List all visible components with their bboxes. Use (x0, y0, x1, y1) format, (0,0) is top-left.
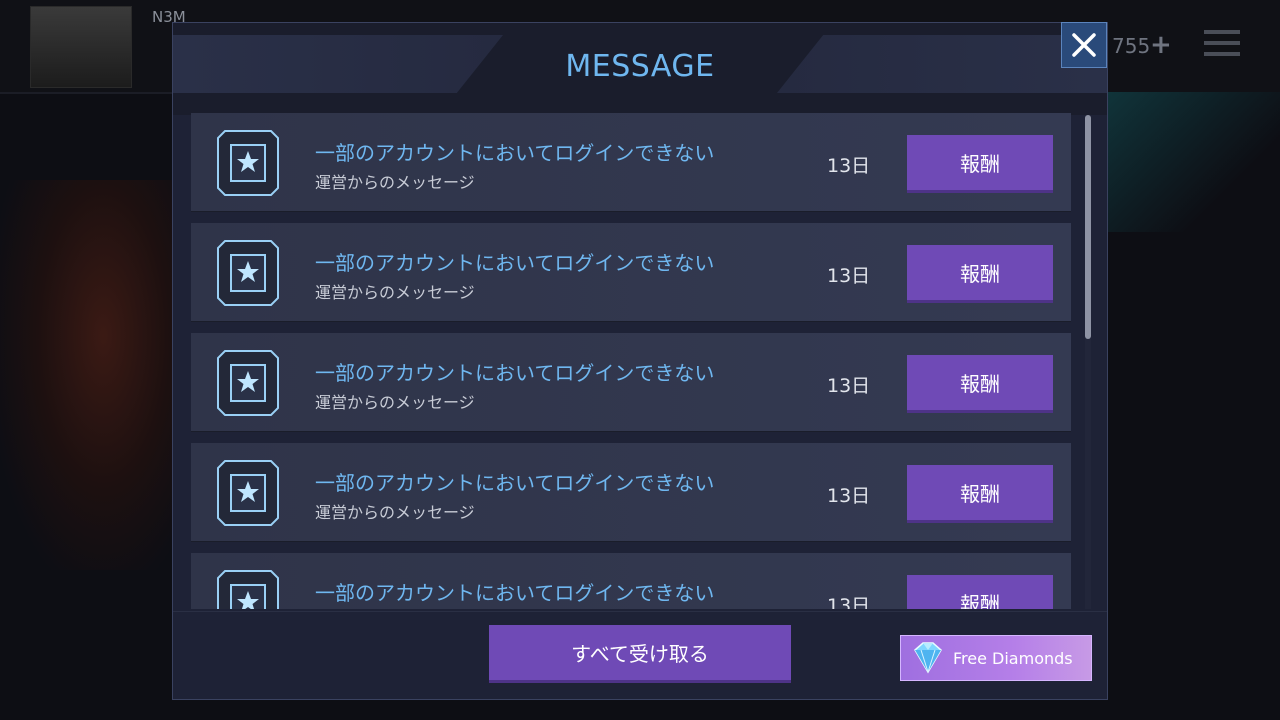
message-title: 一部のアカウントにおいてログインできない (315, 361, 715, 385)
star-frame-icon (217, 460, 279, 526)
dialog-header: MESSAGE (173, 23, 1107, 115)
message-row[interactable]: 一部のアカウントにおいてログインできない 運営からのメッセージ 13日 報酬 (191, 443, 1071, 542)
message-days-remaining: 13日 (827, 375, 871, 397)
star-frame-icon (217, 240, 279, 306)
message-row[interactable]: 一部のアカウントにおいてログインできない 運営からのメッセージ 13日 報酬 (191, 223, 1071, 322)
background-character (0, 180, 172, 570)
close-button[interactable] (1061, 22, 1107, 68)
scrollbar[interactable] (1085, 115, 1091, 609)
menu-icon (1204, 30, 1240, 58)
message-subtitle: 運営からのメッセージ (315, 393, 475, 412)
reward-button[interactable]: 報酬 (907, 465, 1053, 523)
message-days-remaining: 13日 (827, 155, 871, 177)
message-title: 一部のアカウントにおいてログインできない (315, 471, 715, 495)
message-row[interactable]: 一部のアカウントにおいてログインできない 運営からのメッセージ 13日 報酬 (191, 113, 1071, 212)
message-row[interactable]: 一部のアカウントにおいてログインできない 13日 報酬 (191, 553, 1071, 609)
message-dialog: MESSAGE 一部のアカウントにおいてログインできない 運営からのメッセージ … (172, 22, 1108, 700)
background-decoration (1108, 92, 1280, 232)
footer-divider (173, 611, 1107, 612)
message-subtitle: 運営からのメッセージ (315, 283, 475, 302)
free-diamonds-button[interactable]: Free Diamonds (900, 635, 1092, 681)
star-frame-icon (217, 570, 279, 609)
star-frame-icon (217, 350, 279, 416)
reward-button[interactable]: 報酬 (907, 575, 1053, 609)
add-currency-icon: + (1150, 30, 1172, 60)
close-icon (1072, 33, 1096, 57)
claim-all-button[interactable]: すべて受け取る (489, 625, 791, 683)
reward-button[interactable]: 報酬 (907, 355, 1053, 413)
star-frame-icon (217, 130, 279, 196)
reward-button[interactable]: 報酬 (907, 245, 1053, 303)
diamond-icon (914, 642, 942, 674)
message-row[interactable]: 一部のアカウントにおいてログインできない 運営からのメッセージ 13日 報酬 (191, 333, 1071, 432)
message-list[interactable]: 一部のアカウントにおいてログインできない 運営からのメッセージ 13日 報酬 一… (191, 113, 1071, 609)
message-title: 一部のアカウントにおいてログインできない (315, 141, 715, 165)
message-subtitle: 運営からのメッセージ (315, 503, 475, 522)
message-title: 一部のアカウントにおいてログインできない (315, 581, 715, 605)
message-days-remaining: 13日 (827, 265, 871, 287)
dialog-title: MESSAGE (565, 49, 715, 84)
message-days-remaining: 13日 (827, 595, 871, 609)
message-days-remaining: 13日 (827, 485, 871, 507)
free-diamonds-label: Free Diamonds (953, 648, 1073, 668)
reward-button[interactable]: 報酬 (907, 135, 1053, 193)
scrollbar-thumb[interactable] (1085, 115, 1091, 339)
message-subtitle: 運営からのメッセージ (315, 173, 475, 192)
message-title: 一部のアカウントにおいてログインできない (315, 251, 715, 275)
player-avatar (30, 6, 132, 88)
currency-value: 755 (1112, 34, 1151, 58)
